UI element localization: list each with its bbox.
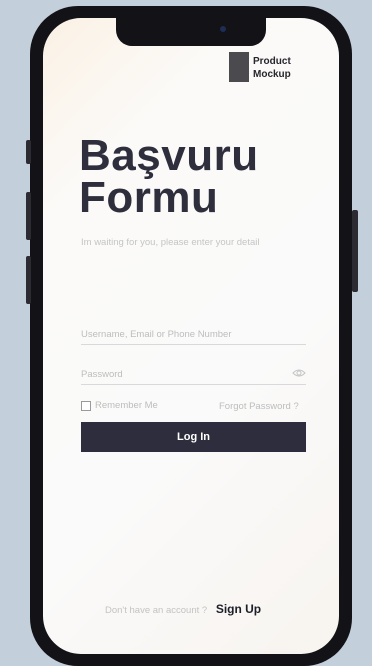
phone-volume-up-button [26,192,31,240]
subtitle: Im waiting for you, please enter your de… [81,237,260,248]
no-account-text: Don't have an account ? [105,605,208,616]
logo-mark [229,52,249,82]
remember-me[interactable]: Remember Me [81,400,158,411]
logo-text-line2: Mockup [253,69,291,80]
front-camera [220,26,226,32]
logo-text-line1: Product [253,56,291,67]
phone-screen: Product Mockup Başvuru Formu Im waiting … [43,18,339,654]
username-field[interactable] [81,324,306,345]
login-button[interactable]: Log In [81,422,306,452]
product-mockup-logo: Product Mockup [229,52,329,86]
phone-volume-down-button [26,256,31,304]
forgot-password-link[interactable]: Forgot Password ? [219,401,299,412]
signup-row: Don't have an account ? Sign Up [105,602,261,616]
eye-icon[interactable] [292,368,306,378]
title-line2: Formu [79,173,219,222]
remember-label: Remember Me [95,400,158,411]
phone-notch [116,18,266,46]
phone-mute-switch [26,140,31,164]
page-title: Başvuru Formu [79,134,259,222]
username-input[interactable] [81,325,281,344]
password-field[interactable] [81,364,306,385]
password-input[interactable] [81,365,281,384]
phone-power-button [352,210,358,292]
remember-checkbox[interactable] [81,400,91,411]
signup-link[interactable]: Sign Up [216,602,261,616]
